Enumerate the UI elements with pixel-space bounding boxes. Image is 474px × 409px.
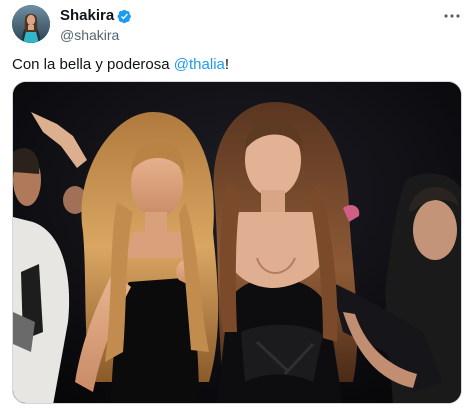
avatar-image — [12, 5, 50, 43]
author-info: Shakira @shakira — [60, 7, 132, 43]
avatar[interactable] — [12, 5, 50, 43]
tweet-text-before: Con la bella y poderosa — [12, 56, 174, 73]
mention-link[interactable]: @thalia — [174, 56, 225, 73]
tweet-text: Con la bella y poderosa @thalia! — [12, 55, 229, 75]
author-display-name[interactable]: Shakira — [60, 7, 114, 25]
author-handle[interactable]: @shakira — [60, 26, 132, 44]
tweet-header: Shakira @shakira — [12, 5, 462, 43]
tweet-card: Shakira @shakira Con la bella y poderosa… — [0, 0, 474, 409]
more-horizontal-icon — [444, 14, 460, 18]
more-options-button[interactable] — [442, 7, 462, 25]
tweet-photo[interactable] — [12, 81, 462, 404]
photo-image — [13, 82, 461, 403]
verified-badge-icon[interactable] — [117, 9, 132, 24]
author-name-row: Shakira — [60, 7, 132, 25]
tweet-text-after: ! — [224, 56, 230, 73]
